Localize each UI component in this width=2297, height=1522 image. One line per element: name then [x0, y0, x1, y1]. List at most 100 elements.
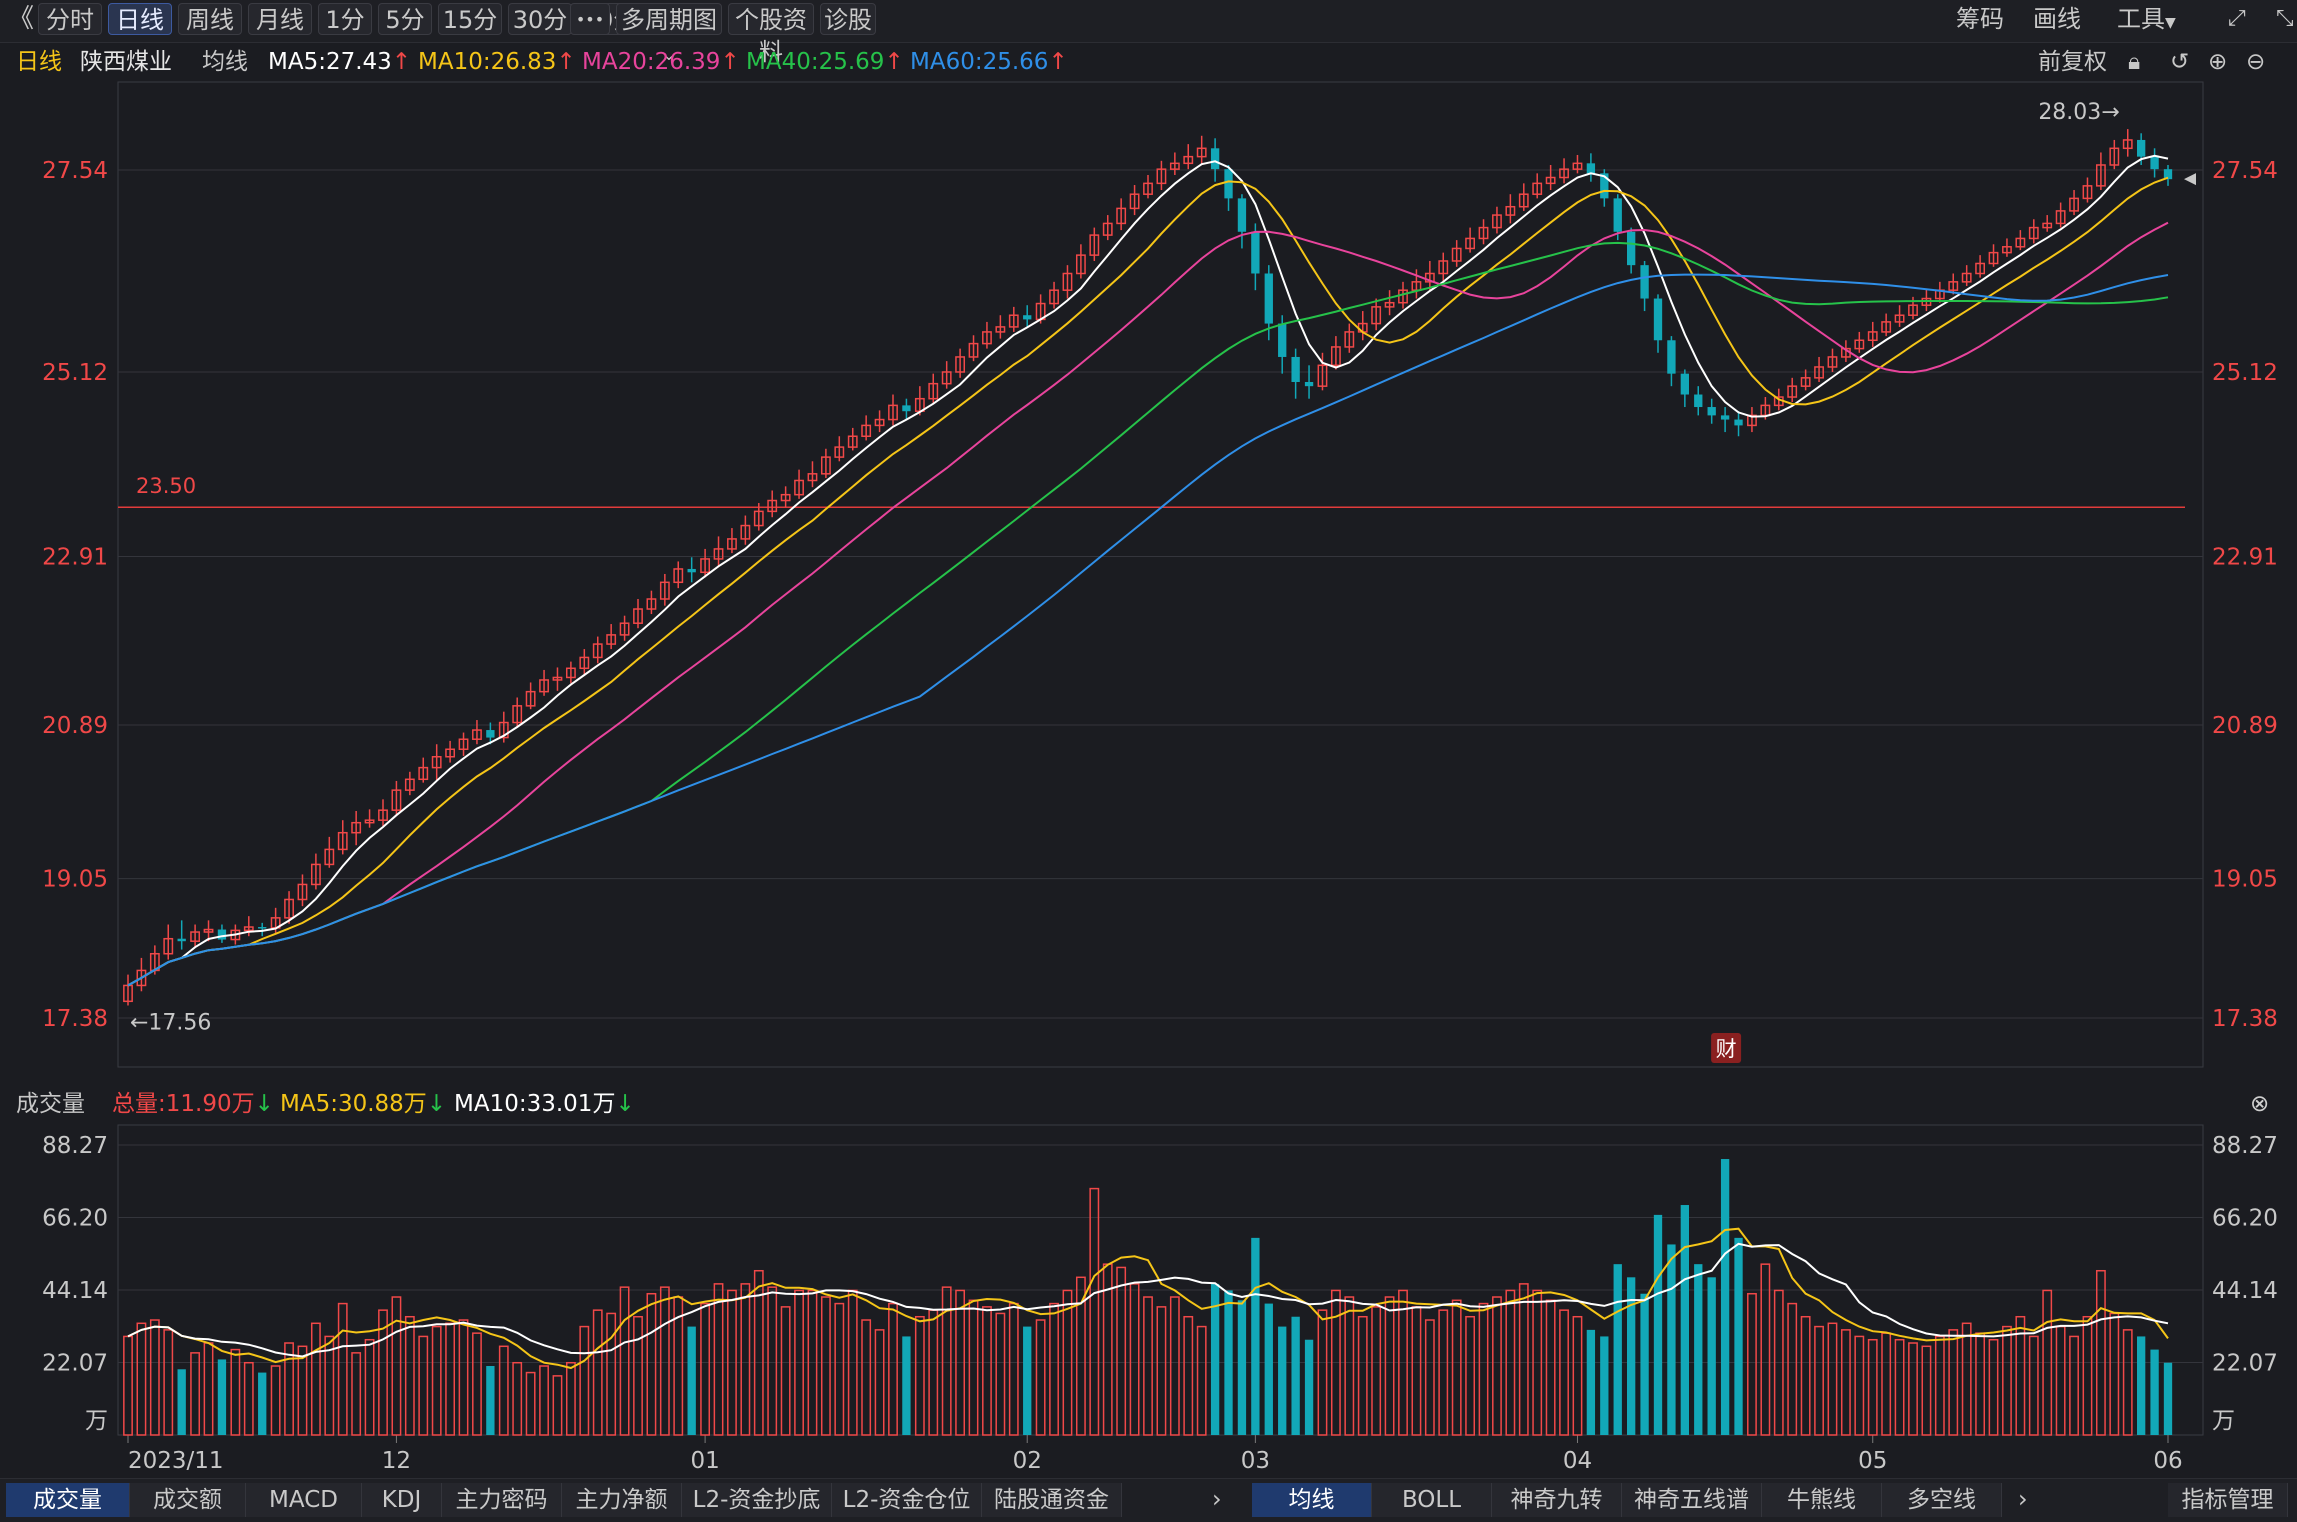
volume-bar [472, 1332, 482, 1436]
volume-bar [1814, 1325, 1824, 1436]
volume-bar [149, 1319, 160, 1436]
overlay-tab-1[interactable]: BOLL [1372, 1483, 1492, 1517]
volume-bar [1169, 1296, 1180, 1436]
volume-tick-left: 88.27 [42, 1133, 108, 1159]
volume-bar [1867, 1338, 1878, 1436]
price-tick-left: 19.05 [42, 867, 108, 893]
volume-bar [1640, 1293, 1649, 1435]
volume-bar [270, 1365, 281, 1436]
overlay-tab-3[interactable]: 神奇五线谱 [1622, 1483, 1762, 1517]
volume-bar [1089, 1187, 1100, 1436]
volume-bar [740, 1283, 751, 1436]
volume-tick-right: 万 [2212, 1408, 2235, 1434]
indicator-tab-4[interactable]: 主力密码 [442, 1483, 562, 1517]
indicator-tab-8[interactable]: 陆股通资金 [982, 1483, 1122, 1517]
price-ma40-line [127, 241, 2169, 987]
volume-bar [1478, 1302, 1489, 1436]
candle-body [1251, 231, 1260, 274]
indicator-tab-7[interactable]: L2-资金仓位 [832, 1483, 982, 1517]
volume-bar [1237, 1300, 1247, 1435]
volume-bar [498, 1345, 509, 1436]
indicator-manage-button[interactable]: 指标管理 [2168, 1483, 2288, 1517]
volume-bar [418, 1335, 429, 1436]
volume-bar [1317, 1309, 1328, 1436]
volume-bar [1653, 1214, 1663, 1435]
candle-body [1264, 273, 1273, 324]
volume-bar [633, 1315, 643, 1436]
overlay-tab-5[interactable]: 多空线 [1882, 1483, 2002, 1517]
volume-bar [1129, 1283, 1140, 1436]
volume-bar [861, 1319, 872, 1436]
volume-bar [297, 1345, 308, 1436]
volume-bar [1424, 1319, 1435, 1436]
volume-bar [552, 1375, 563, 1436]
volume-tick-right: 44.14 [2212, 1278, 2278, 1304]
candle-body [1304, 382, 1314, 387]
candle-body [1586, 163, 1596, 174]
volume-bar [820, 1296, 831, 1436]
volume-bar [1572, 1315, 1583, 1436]
volume-bar [687, 1326, 696, 1435]
volume-bar [1988, 1338, 1999, 1436]
price-tick-left: 25.12 [42, 360, 108, 386]
volume-bar [1023, 1326, 1032, 1435]
volume-bar [2028, 1335, 2039, 1436]
volume-bar [579, 1325, 590, 1436]
volume-bar [646, 1292, 657, 1436]
kline-chart[interactable]: 27.54 27.54 25.12 25.12 22.91 22.91 20.89 20.89… [0, 0, 2297, 1478]
overlay-tab-2[interactable]: 神奇九转 [1492, 1483, 1622, 1517]
x-tick-label: 06 [2153, 1448, 2182, 1474]
candle-body [2150, 156, 2159, 170]
volume-bar [1035, 1319, 1046, 1436]
volume-bar [2002, 1325, 2012, 1436]
scroll-right2-icon[interactable]: › [2018, 1483, 2028, 1515]
volume-bar [1894, 1338, 1905, 1436]
volume-bar [1586, 1329, 1596, 1435]
volume-bar [2163, 1362, 2173, 1435]
volume-bar [2095, 1269, 2106, 1436]
indicator-tab-1[interactable]: 成交额 [130, 1483, 246, 1517]
volume-bar [351, 1352, 362, 1436]
volume-bar [136, 1322, 147, 1436]
indicator-tab-6[interactable]: L2-资金抄底 [682, 1483, 832, 1517]
volume-bar [700, 1302, 711, 1436]
overlay-tab-0[interactable]: 均线 [1252, 1483, 1372, 1517]
volume-bar [1049, 1302, 1059, 1436]
volume-bar [995, 1312, 1006, 1436]
volume-bar [888, 1302, 898, 1436]
candle-body [2163, 169, 2173, 180]
volume-tick-left: 22.07 [42, 1350, 108, 1376]
candle-body [1667, 340, 1676, 374]
volume-bar [310, 1322, 321, 1436]
volume-bar [2150, 1349, 2159, 1435]
volume-bar [1707, 1277, 1716, 1435]
volume-tick-left: 66.20 [42, 1206, 108, 1232]
volume-bar [1545, 1299, 1556, 1436]
indicator-tab-0[interactable]: 成交量 [6, 1483, 130, 1517]
indicator-tab-3[interactable]: KDJ [362, 1483, 442, 1517]
volume-bar [123, 1335, 133, 1436]
candle-body [1224, 169, 1233, 199]
volume-ma5-line [127, 1227, 2169, 1370]
volume-bar [1278, 1326, 1287, 1435]
price-tick-right: 27.54 [2212, 158, 2278, 184]
candle-body [1640, 265, 1649, 299]
indicator-tab-2[interactable]: MACD [246, 1483, 362, 1517]
scroll-right-icon[interactable]: › [1212, 1483, 1222, 1515]
volume-bar [539, 1365, 549, 1436]
x-tick-label: 04 [1563, 1448, 1592, 1474]
volume-tick-right: 66.20 [2212, 1206, 2278, 1232]
price-tick-right: 20.89 [2212, 713, 2278, 739]
candle-body [486, 730, 495, 738]
overlay-tab-4[interactable]: 牛熊线 [1762, 1483, 1882, 1517]
volume-bar [1344, 1296, 1355, 1436]
candle-body [2136, 139, 2146, 157]
candle-body [1720, 415, 1730, 420]
volume-bar [1600, 1336, 1609, 1435]
volume-bar [982, 1306, 992, 1436]
candle-body [902, 405, 911, 412]
volume-bar [1224, 1290, 1233, 1435]
volume-bar [1291, 1316, 1300, 1435]
volume-bar [1183, 1315, 1194, 1436]
indicator-tab-5[interactable]: 主力净额 [562, 1483, 682, 1517]
